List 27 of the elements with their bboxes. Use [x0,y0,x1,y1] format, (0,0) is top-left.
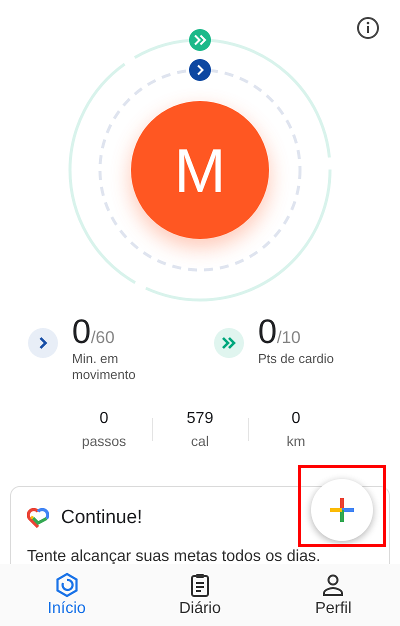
heart-icon [27,508,49,528]
nav-tab[interactable]: Diário [150,572,250,618]
nav-tab[interactable]: Perfil [283,572,384,618]
double-chevron-icon [214,328,244,358]
goal-value: 0 [72,315,91,349]
stat-value: 579 [186,410,214,428]
card-title: Continue! [61,507,142,529]
chevron-icon [189,59,211,81]
stat-label: km [286,433,306,449]
goal-label: Min. em movimento [72,351,137,383]
avatar-letter: M [174,137,226,206]
stat-value: 0 [292,410,300,428]
stat-label: passos [82,433,126,449]
goal-value: 0 [258,315,277,349]
chevron-icon [28,328,58,358]
stat-value: 0 [100,410,108,428]
double-chevron-icon [189,29,211,51]
add-button[interactable] [311,479,373,541]
plus-icon [328,496,356,524]
goal-target: /10 [276,328,301,348]
stat-label: cal [191,433,209,449]
goal-label: Pts de cardio [258,351,335,367]
goal-target: /60 [90,328,115,348]
nav-tab[interactable]: Início [16,572,117,618]
home-icon [54,572,80,598]
card-text: Tente alcançar suas metas todos os dias. [27,547,322,567]
info-icon[interactable] [356,16,380,40]
